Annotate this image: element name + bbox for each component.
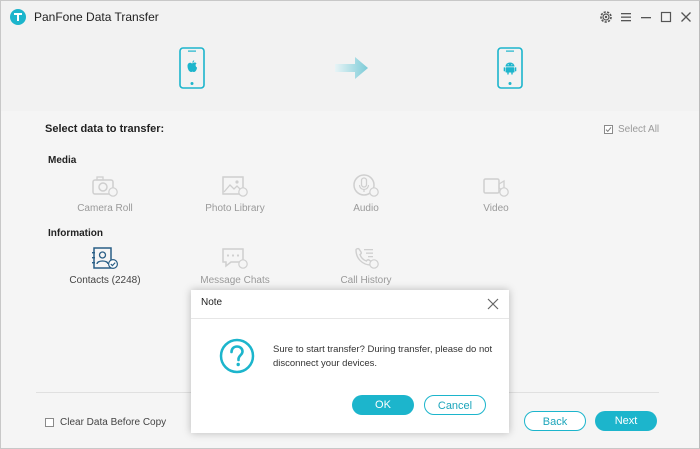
select-data-label: Select data to transfer: [45,123,165,135]
clear-data-check-box[interactable] [45,418,54,427]
camera-icon [92,176,118,197]
info-item-contacts[interactable]: Contacts (2248) [55,246,155,286]
contacts-icon [92,247,119,270]
iphone-icon [179,47,205,94]
audio-icon [353,174,379,197]
media-item-audio[interactable]: Audio [316,174,416,214]
photo-library-label: Photo Library [205,203,265,214]
app-window: PanFone Data Transfer Select data to tra… [0,0,700,449]
select-all-checkbox[interactable]: Select All [604,124,659,135]
media-item-video[interactable]: Video [446,174,546,214]
ok-button[interactable]: OK [352,395,414,415]
transfer-arrow-icon [335,56,369,85]
back-button[interactable]: Back [524,411,586,431]
dialog-close-icon[interactable] [487,297,499,310]
call-history-icon [355,247,379,269]
media-section-title: Media [48,155,77,166]
dialog-title: Note [201,297,223,308]
next-button[interactable]: Next [595,411,657,431]
media-item-photo-library[interactable]: Photo Library [185,174,285,214]
note-dialog: Note Sure to start transfer? During tran… [191,290,509,433]
maximize-icon[interactable] [658,9,674,25]
dialog-message: Sure to start transfer? During transfer,… [273,344,493,369]
close-icon[interactable] [678,9,694,25]
camera-roll-label: Camera Roll [77,203,133,214]
dialog-header: Note [191,290,509,319]
photo-icon [222,176,248,197]
video-label: Video [483,203,509,214]
info-item-call-history[interactable]: Call History [316,246,416,286]
title-bar: PanFone Data Transfer [1,1,699,34]
message-icon [222,248,248,269]
contacts-label: Contacts (2248) [69,275,141,286]
menu-icon[interactable] [618,9,634,25]
gear-icon[interactable] [598,9,614,25]
clear-data-label: Clear Data Before Copy [60,417,167,428]
panfone-logo-icon [10,9,26,25]
cancel-button[interactable]: Cancel [424,395,486,415]
question-icon [219,338,255,379]
audio-label: Audio [353,203,379,214]
information-section-title: Information [48,228,103,239]
minimize-icon[interactable] [638,9,654,25]
app-title: PanFone Data Transfer [34,10,159,24]
select-all-label: Select All [618,124,660,135]
video-icon [483,178,509,197]
call-history-label: Call History [340,275,392,286]
message-chats-label: Message Chats [200,275,270,286]
clear-data-checkbox[interactable]: Clear Data Before Copy [45,417,166,428]
info-item-message-chats[interactable]: Message Chats [185,246,285,286]
select-all-check-box[interactable] [604,125,613,134]
android-icon [497,47,523,94]
media-item-camera-roll[interactable]: Camera Roll [55,174,155,214]
